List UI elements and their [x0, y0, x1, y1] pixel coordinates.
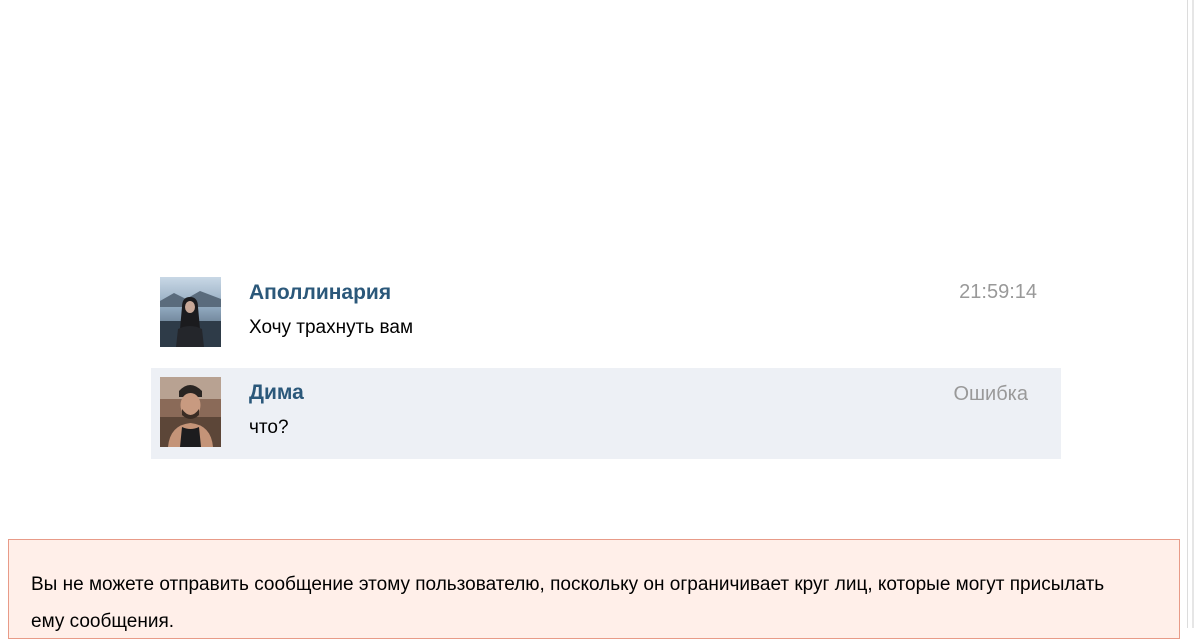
- scrollbar[interactable]: [1187, 0, 1200, 628]
- message-timestamp[interactable]: 21:59:14: [959, 281, 1037, 304]
- message-text: что?: [249, 417, 289, 438]
- error-notice: Вы не можете отправить сообщение этому п…: [8, 539, 1180, 639]
- message-history: Аполлинария Хочу трахнуть вам 21:59:14 Д…: [151, 268, 1061, 459]
- message-row[interactable]: Аполлинария Хочу трахнуть вам 21:59:14: [151, 268, 1061, 359]
- scrollbar-thumb[interactable]: [1192, 0, 1194, 628]
- author-link[interactable]: Дима: [249, 381, 304, 405]
- avatar-man-icon[interactable]: [160, 377, 221, 447]
- error-notice-text: Вы не можете отправить сообщение этому п…: [31, 574, 1105, 632]
- author-link[interactable]: Аполлинария: [249, 281, 391, 305]
- message-row[interactable]: Дима что? Ошибка: [151, 368, 1061, 459]
- message-error-status[interactable]: Ошибка: [953, 383, 1028, 406]
- message-text: Хочу трахнуть вам: [249, 317, 414, 338]
- avatar-woman-icon[interactable]: [160, 277, 221, 347]
